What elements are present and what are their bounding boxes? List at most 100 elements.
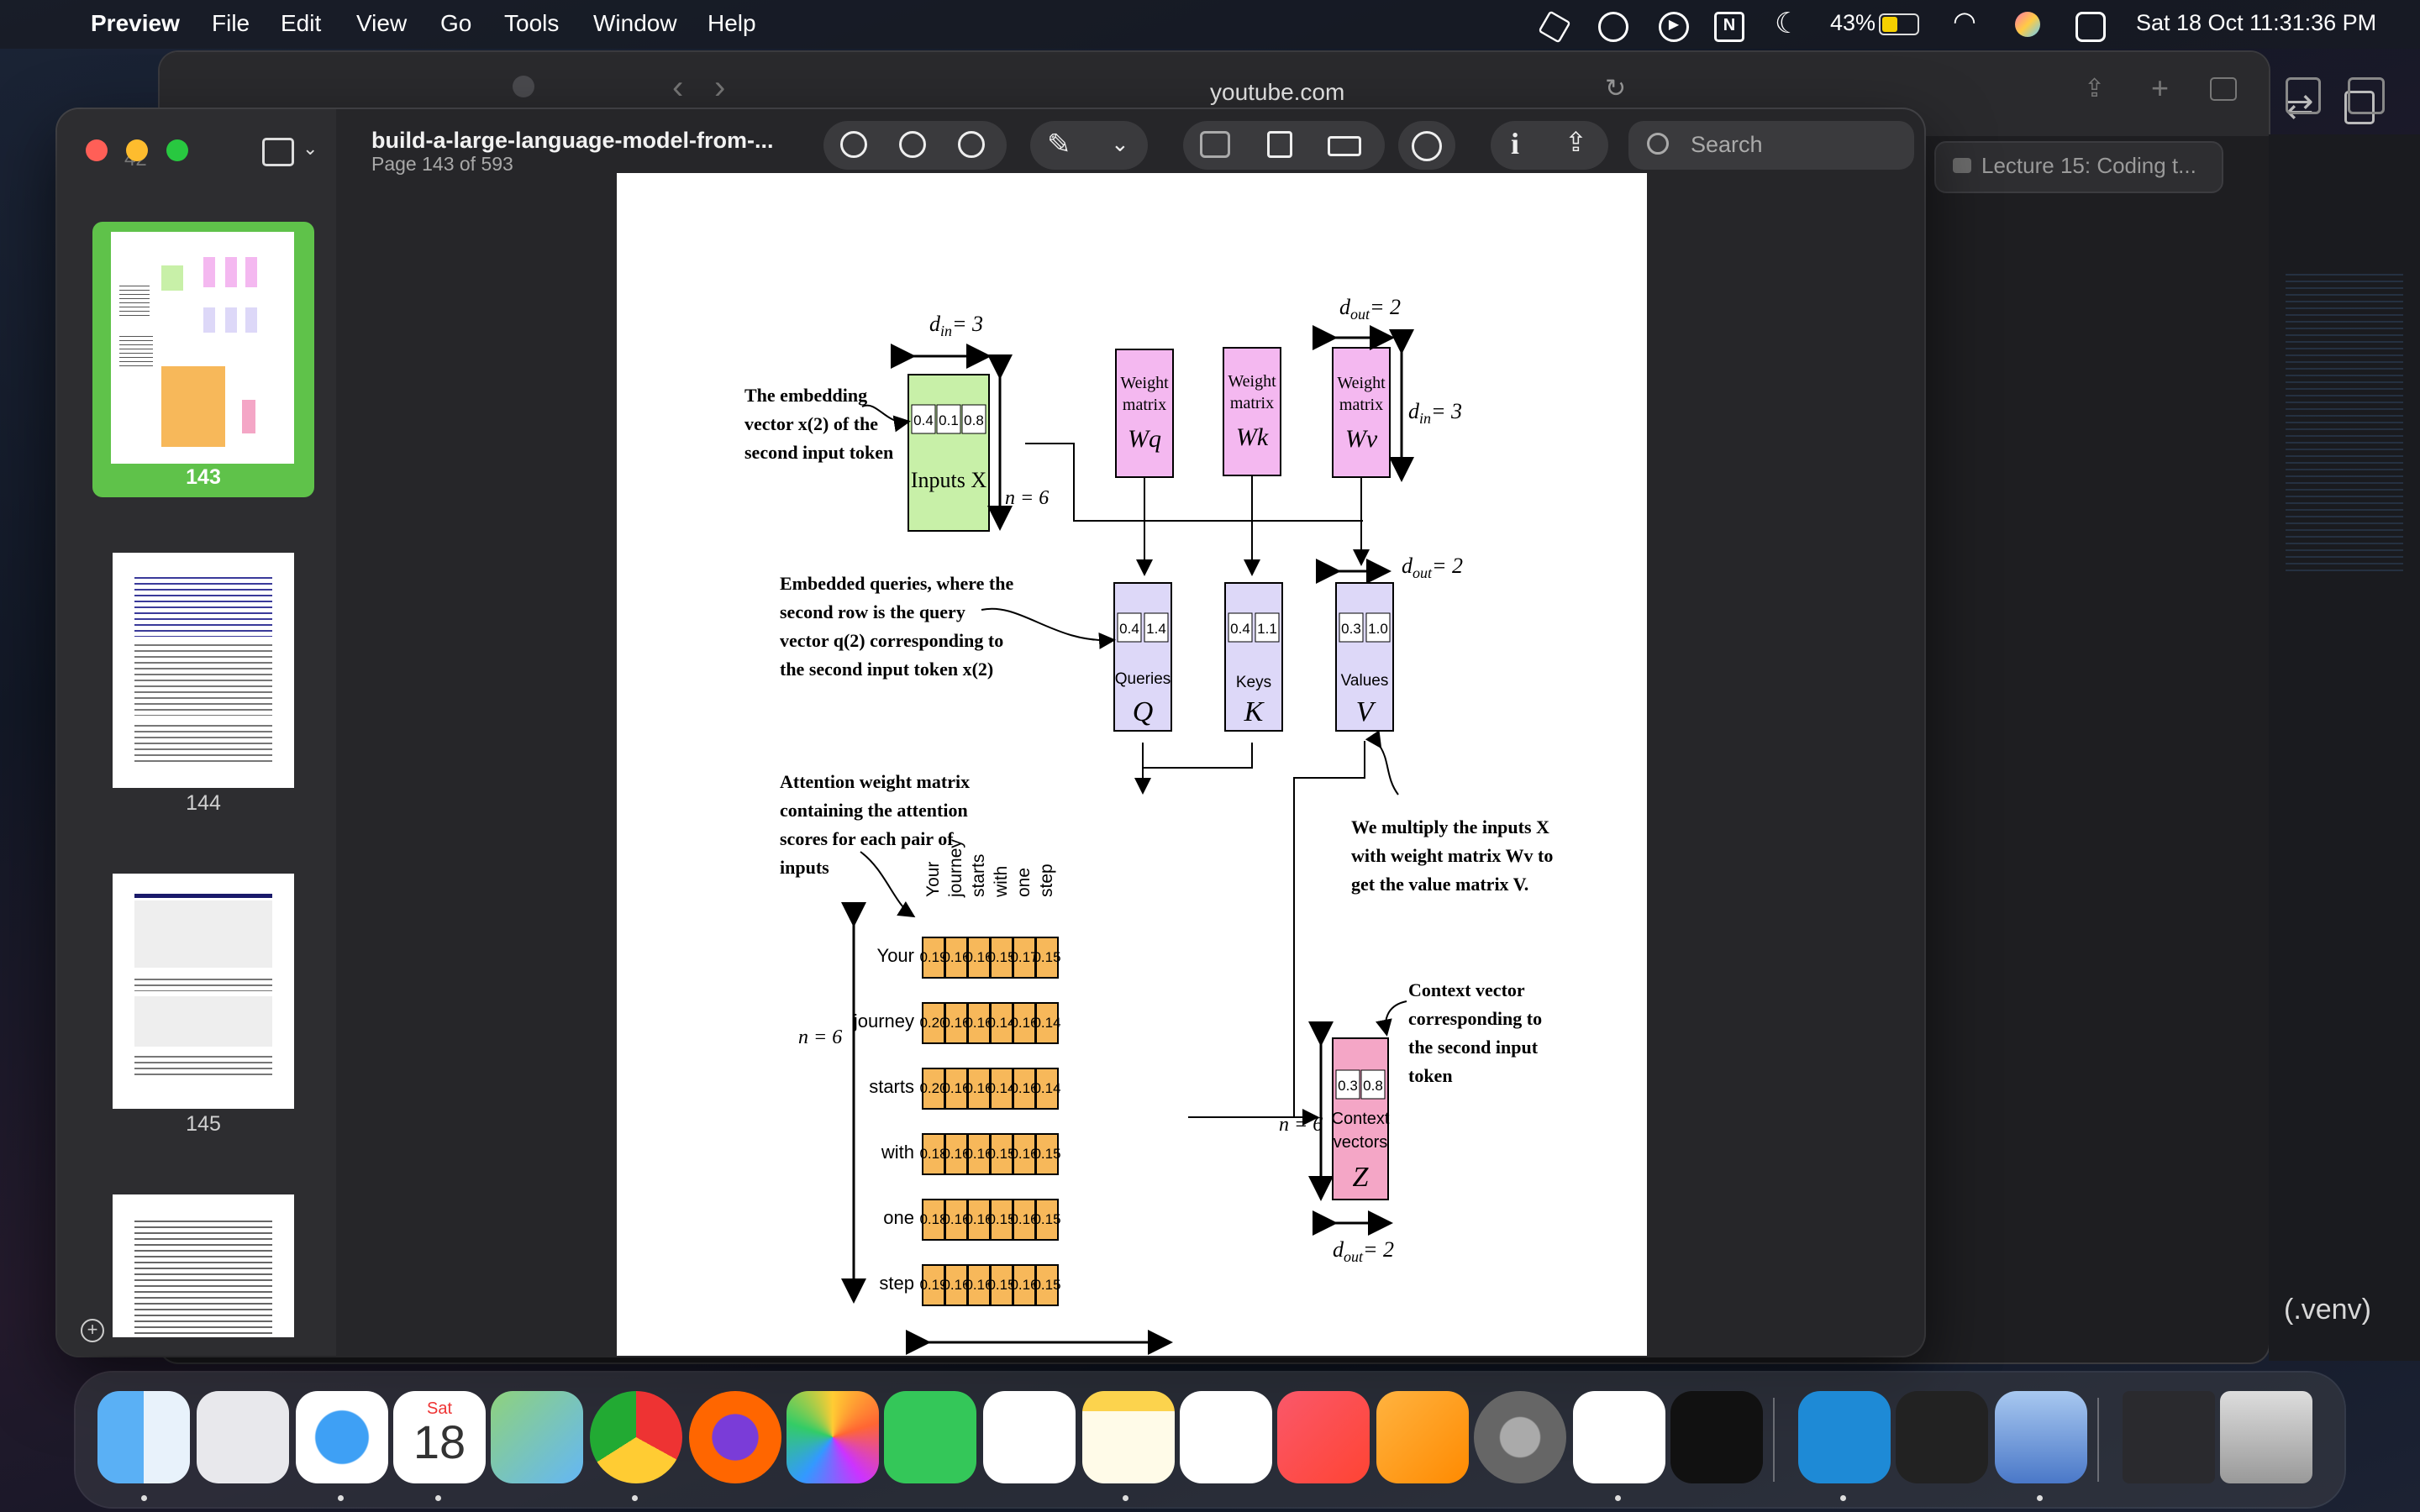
thumbnail-label: 145: [186, 1112, 221, 1136]
minimized-window-thumbnail[interactable]: [2123, 1391, 2215, 1483]
search-field[interactable]: Search: [1628, 121, 1914, 170]
attention-value: 0.14: [1033, 1080, 1060, 1096]
siri-icon[interactable]: [2015, 12, 2040, 37]
cube-icon[interactable]: [1538, 10, 1571, 44]
photos-icon[interactable]: [786, 1391, 879, 1483]
music-icon[interactable]: [1277, 1391, 1370, 1483]
safari-tab[interactable]: Lecture 15: Coding t...: [1934, 141, 2223, 193]
panel-toggle-icon[interactable]: [2348, 77, 2385, 114]
maps-icon[interactable]: [491, 1391, 583, 1483]
zoom-in-icon[interactable]: [958, 131, 985, 158]
freeform-icon[interactable]: [1180, 1391, 1272, 1483]
control-center-icon[interactable]: [2075, 12, 2106, 42]
pages-icon[interactable]: [1376, 1391, 1469, 1483]
running-indicator: [632, 1495, 638, 1501]
dock-divider: [2097, 1398, 2099, 1482]
cursor-icon[interactable]: [1896, 1391, 1988, 1483]
vscode-icon[interactable]: [1798, 1391, 1891, 1483]
battery-icon[interactable]: [1879, 13, 1919, 35]
n-attn-label: n = 6: [798, 1026, 842, 1048]
thumbnail-143[interactable]: 143: [92, 222, 314, 497]
running-indicator: [2037, 1495, 2043, 1501]
new-tab-icon[interactable]: +: [2151, 71, 2169, 106]
thumbnail-146[interactable]: [113, 1194, 294, 1337]
notes-icon[interactable]: [1082, 1391, 1175, 1483]
search-placeholder: Search: [1691, 132, 1763, 157]
reminders-icon[interactable]: [983, 1391, 1076, 1483]
attention-value: 0.14: [1033, 1015, 1060, 1031]
markup-controls: ✎ ⌄: [1030, 121, 1148, 170]
system-settings-icon[interactable]: [1474, 1391, 1566, 1483]
share-icon[interactable]: ⇪: [1565, 126, 1587, 158]
warp-icon[interactable]: [1670, 1391, 1763, 1483]
forward-arrow-icon[interactable]: ›: [714, 69, 725, 107]
zoom-button[interactable]: [166, 139, 188, 161]
input-cell: 0.1: [939, 412, 959, 428]
menu-tools[interactable]: Tools: [504, 10, 559, 37]
trash-icon[interactable]: [2220, 1391, 2312, 1483]
chrome-icon[interactable]: [590, 1391, 682, 1483]
actual-size-icon[interactable]: [899, 131, 926, 158]
column-token-label: Your: [923, 862, 943, 897]
crop-image-icon[interactable]: [1200, 131, 1230, 158]
chevron-down-icon[interactable]: ⌄: [1111, 131, 1129, 157]
context-label: Context: [1332, 1110, 1390, 1128]
info-share-group: i ⇪: [1491, 121, 1608, 170]
markup-icon[interactable]: [1412, 131, 1442, 161]
tab-overview-icon[interactable]: [2210, 77, 2237, 101]
attn-note-line: inputs: [780, 857, 829, 878]
thumbnail-144[interactable]: [113, 553, 294, 788]
play-icon[interactable]: ▶: [1659, 12, 1689, 42]
menu-edit[interactable]: Edit: [281, 10, 321, 37]
add-page-icon[interactable]: +: [81, 1319, 104, 1342]
context-note-line: corresponding to: [1408, 1008, 1542, 1029]
safari-url[interactable]: youtube.com: [1210, 79, 1344, 106]
k-cell: 1.1: [1257, 621, 1277, 637]
app-menu[interactable]: Preview: [91, 10, 180, 37]
reload-icon[interactable]: ↻: [1605, 74, 1626, 103]
context-symbol: Z: [1353, 1162, 1370, 1193]
firefox-icon[interactable]: [689, 1391, 781, 1483]
safari-icon[interactable]: [296, 1391, 388, 1483]
sidebar-toggle-icon[interactable]: [2286, 77, 2321, 114]
context-cell: 0.8: [1363, 1078, 1383, 1094]
menu-file[interactable]: File: [212, 10, 250, 37]
menu-window[interactable]: Window: [593, 10, 677, 37]
finder-icon[interactable]: [97, 1391, 190, 1483]
attn-note-line: Attention weight matrix: [780, 771, 970, 792]
weight-symbol: Wk: [1236, 423, 1269, 451]
chevron-down-icon[interactable]: ⌄: [302, 138, 318, 160]
sign-icon[interactable]: [1328, 136, 1361, 156]
thumbnail-145[interactable]: [113, 874, 294, 1109]
attention-diagram: din= 3 0.4 0.1 0.8 Inputs X n = 6 The em…: [744, 295, 1553, 1355]
info-icon[interactable]: i: [1511, 126, 1519, 161]
minimize-button[interactable]: [126, 139, 148, 161]
launchpad-icon[interactable]: [197, 1391, 289, 1483]
sidebar-view-icon[interactable]: [262, 138, 294, 166]
menu-go[interactable]: Go: [440, 10, 471, 37]
grammarly-icon[interactable]: [1598, 12, 1628, 42]
share-icon[interactable]: ⇪: [2084, 74, 2105, 103]
rotate-icon[interactable]: [1267, 131, 1292, 158]
moon-icon[interactable]: ☾: [1775, 7, 1800, 40]
preview-icon[interactable]: [1995, 1391, 2087, 1483]
context-label: vectors: [1334, 1133, 1387, 1152]
menu-view[interactable]: View: [356, 10, 407, 37]
notion-icon[interactable]: [1573, 1391, 1665, 1483]
thumbnail-image: [111, 232, 294, 464]
highlight-pen-icon[interactable]: ✎: [1047, 128, 1071, 161]
close-button[interactable]: [86, 139, 108, 161]
facetime-icon[interactable]: [884, 1391, 976, 1483]
menu-help[interactable]: Help: [708, 10, 756, 37]
d-in-label: din= 3: [1408, 399, 1462, 427]
zoom-out-icon[interactable]: [840, 131, 867, 158]
embed-note-line: vector x(2) of the: [744, 413, 878, 434]
query-note-line: second row is the query: [780, 601, 965, 622]
column-token-label: one: [1014, 868, 1034, 897]
notion-menubar-icon[interactable]: N: [1714, 12, 1744, 42]
back-arrow-icon[interactable]: ‹: [672, 69, 683, 107]
safari-close-button[interactable]: [513, 76, 534, 97]
calendar-icon[interactable]: Sat 18: [393, 1391, 486, 1483]
weight-label: Weight: [1228, 372, 1276, 391]
wifi-icon[interactable]: ◠: [1953, 5, 1976, 37]
